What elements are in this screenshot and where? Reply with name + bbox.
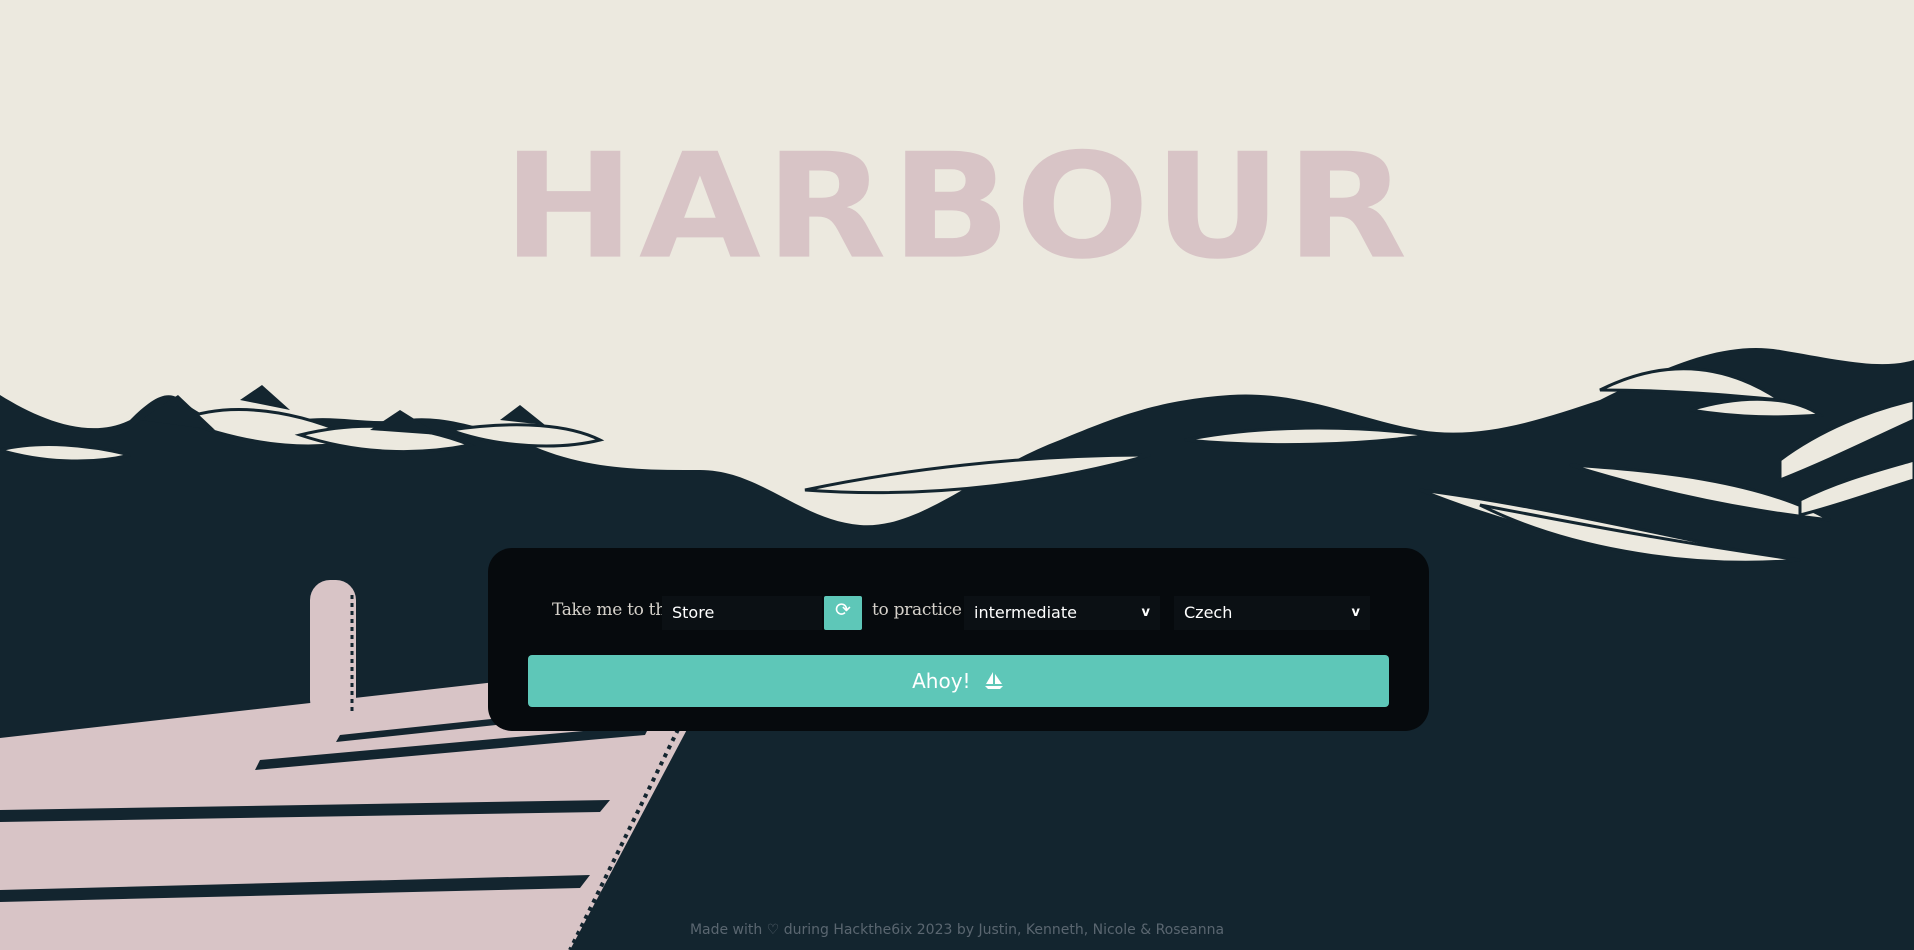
sailboat-icon	[977, 669, 1005, 693]
refresh-button[interactable]: ⟳	[824, 596, 862, 630]
destination-value: Store	[672, 603, 715, 622]
level-select[interactable]: intermediate v	[964, 596, 1160, 630]
search-panel: Take me to the Store ⟳ to practice inter…	[488, 548, 1429, 731]
chevron-down-icon: v	[1141, 605, 1150, 620]
chevron-down-icon: v	[1351, 605, 1360, 620]
ahoy-label: Ahoy!	[912, 669, 971, 693]
page-title: HARBOUR	[502, 122, 1412, 292]
destination-label: Take me to the	[552, 600, 676, 620]
level-value: intermediate	[974, 603, 1077, 622]
ahoy-button[interactable]: Ahoy!	[528, 655, 1389, 707]
language-select[interactable]: Czech v	[1174, 596, 1370, 630]
language-value: Czech	[1184, 603, 1233, 622]
form-row: Take me to the Store ⟳ to practice inter…	[488, 596, 1429, 630]
practice-label: to practice	[872, 600, 962, 620]
footer-credits: Made with ♡ during Hackthe6ix 2023 by Ju…	[689, 922, 1225, 938]
destination-field[interactable]: Store	[662, 596, 822, 630]
refresh-icon: ⟳	[835, 600, 851, 621]
